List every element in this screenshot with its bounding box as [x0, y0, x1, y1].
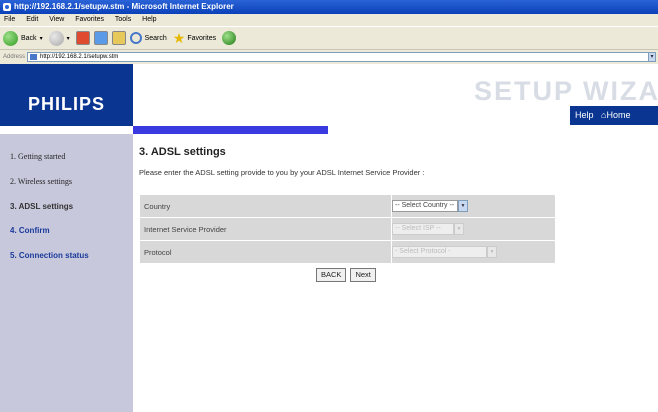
stop-icon[interactable] — [75, 31, 90, 45]
favorites-label: Favorites — [187, 34, 217, 42]
sidebar-item-connection-status[interactable]: 5. Connection status — [10, 251, 89, 260]
back-label: Back — [21, 34, 37, 42]
philips-logo: PHILIPS — [27, 94, 105, 114]
media-icon[interactable] — [222, 31, 237, 45]
page-content: PHILIPS SETUP WIZA Help ⌂Home 1. Getting… — [0, 64, 658, 412]
forward-dropdown-icon[interactable]: ▾ — [67, 35, 70, 42]
forward-button[interactable]: ▾ — [48, 30, 70, 46]
back-dropdown-icon[interactable]: ▾ — [40, 35, 43, 42]
menu-file[interactable]: File — [4, 16, 15, 23]
address-dropdown-icon[interactable]: ▾ — [648, 52, 656, 62]
address-url: http://192.168.2.1/setupw.stm — [40, 54, 119, 60]
window-title: http://192.168.2.1/setupw.stm - Microsof… — [14, 2, 234, 11]
protocol-cell: - Select Protocol - ▼ — [392, 241, 555, 263]
menu-favorites[interactable]: Favorites — [75, 16, 104, 23]
menu-tools[interactable]: Tools — [115, 16, 131, 23]
protocol-label: Protocol — [140, 241, 391, 263]
table-row: Protocol - Select Protocol - ▼ — [140, 241, 555, 263]
chevron-down-icon: ▼ — [458, 200, 468, 212]
chevron-down-icon: ▼ — [487, 246, 497, 258]
sidebar-item-wireless-settings[interactable]: 2. Wireless settings — [10, 177, 72, 186]
sidebar-item-adsl-settings[interactable]: 3. ADSL settings — [10, 202, 73, 211]
intro-text: Please enter the ADSL setting provide to… — [139, 168, 425, 177]
protocol-select[interactable]: - Select Protocol - ▼ — [392, 246, 497, 258]
browser-toolbar: Back ▾ ▾ Search ★ Favorites — [0, 26, 658, 50]
address-input[interactable]: http://192.168.2.1/setupw.stm — [27, 52, 649, 62]
address-bar: Address http://192.168.2.1/setupw.stm ▾ — [0, 50, 658, 64]
favorites-star-icon: ★ — [172, 30, 186, 46]
sidebar-item-getting-started[interactable]: 1. Getting started — [10, 152, 65, 161]
page-title: 3. ADSL settings — [139, 146, 226, 158]
logo-area: PHILIPS — [0, 64, 133, 126]
back-arrow-icon — [3, 30, 18, 46]
table-row: Internet Service Provider -- Select ISP … — [140, 218, 555, 240]
home-link[interactable]: Home — [606, 110, 630, 120]
table-row: Country -- Select Country -- ▼ — [140, 195, 555, 217]
isp-select[interactable]: -- Select ISP -- ▼ — [392, 223, 464, 235]
window-title-bar: http://192.168.2.1/setupw.stm - Microsof… — [0, 0, 658, 14]
adsl-settings-table: Country -- Select Country -- ▼ Internet … — [139, 194, 556, 264]
sidebar-item-confirm[interactable]: 4. Confirm — [10, 226, 50, 235]
form-buttons: BACK Next — [316, 268, 376, 282]
accent-strip — [133, 126, 328, 134]
chevron-down-icon: ▼ — [454, 223, 464, 235]
search-icon — [129, 32, 142, 44]
protocol-select-value: - Select Protocol - — [392, 246, 487, 258]
search-button[interactable]: Search — [129, 32, 167, 44]
menu-bar: File Edit View Favorites Tools Help — [0, 14, 658, 26]
menu-edit[interactable]: Edit — [26, 16, 38, 23]
country-select[interactable]: -- Select Country -- ▼ — [392, 200, 468, 212]
menu-view[interactable]: View — [49, 16, 64, 23]
page-icon — [30, 54, 37, 60]
country-label: Country — [140, 195, 391, 217]
isp-label: Internet Service Provider — [140, 218, 391, 240]
help-link[interactable]: Help — [575, 110, 594, 120]
setup-wizard-title: SETUP WIZA — [473, 76, 658, 106]
back-button[interactable]: Back ▾ — [3, 30, 43, 46]
isp-select-value: -- Select ISP -- — [392, 223, 454, 235]
home-icon[interactable] — [111, 31, 126, 45]
search-label: Search — [144, 34, 167, 42]
forward-arrow-icon — [48, 30, 64, 46]
country-cell: -- Select Country -- ▼ — [392, 195, 555, 217]
back-form-button[interactable]: BACK — [316, 268, 347, 282]
address-label: Address — [3, 54, 26, 60]
help-home-bar: Help ⌂Home — [570, 106, 658, 125]
isp-cell: -- Select ISP -- ▼ — [392, 218, 555, 240]
next-button[interactable]: Next — [350, 268, 376, 282]
favorites-button[interactable]: ★ Favorites — [173, 31, 216, 45]
country-select-value: -- Select Country -- — [392, 200, 458, 212]
sidebar: 1. Getting started 2. Wireless settings … — [0, 134, 133, 412]
ie-icon — [3, 3, 11, 11]
refresh-icon[interactable] — [93, 31, 108, 45]
menu-help[interactable]: Help — [142, 16, 156, 23]
